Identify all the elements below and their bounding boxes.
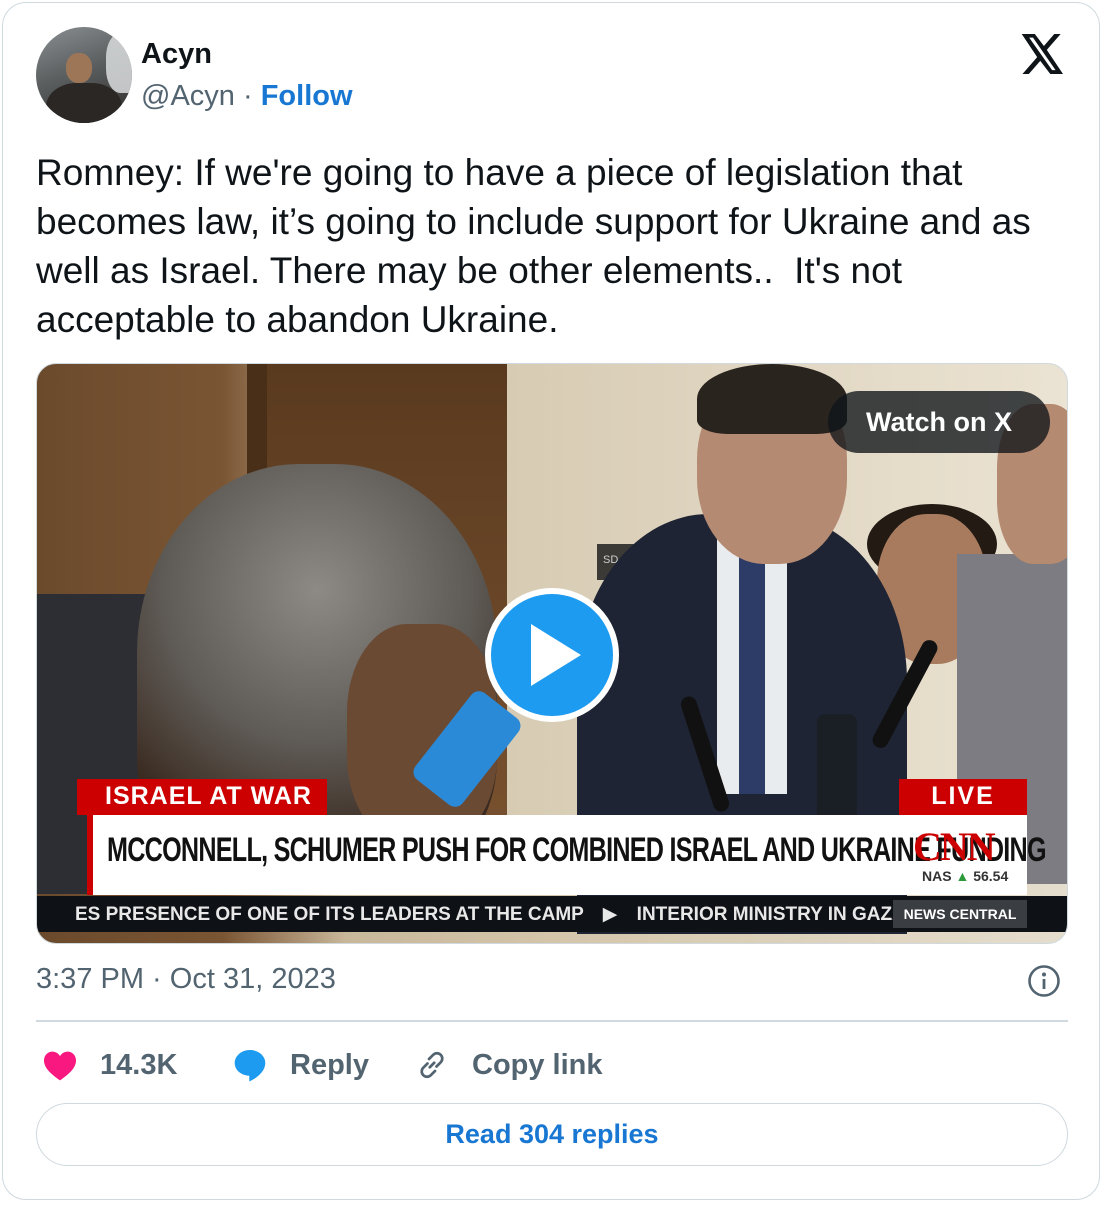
play-icon: [531, 624, 581, 686]
chyron-headline: MCCONNELL, SCHUMER PUSH FOR COMBINED ISR…: [107, 831, 1047, 869]
reply-bubble-icon: [230, 1047, 270, 1083]
copy-link-button[interactable]: Copy link: [412, 1045, 603, 1085]
video-media[interactable]: SD-566 Watch on X ISRAEL AT WAR LIVE MCC…: [36, 363, 1068, 944]
market-ticker: NAS ▲ 56.54: [922, 868, 1008, 884]
divider: [36, 1020, 1068, 1022]
ticker-symbol: NAS: [922, 868, 952, 884]
heart-icon: [40, 1047, 80, 1083]
play-button[interactable]: [485, 588, 619, 722]
ticker-value: 56.54: [973, 868, 1009, 884]
cnn-logo-text: CNN: [913, 824, 996, 869]
tweet-text: Romney: If we're going to have a piece o…: [36, 152, 1042, 340]
link-icon: [412, 1047, 452, 1083]
ticker-right-text: INTERIOR MINISTRY IN GAZA F: [636, 904, 923, 925]
reply-label: Reply: [290, 1048, 369, 1081]
author-handle-row: @Acyn · Follow: [141, 80, 353, 113]
tweet-timestamp[interactable]: 3:37 PM · Oct 31, 2023: [36, 963, 336, 996]
ticker-separator-icon: ▶: [602, 904, 618, 925]
avatar[interactable]: [36, 27, 132, 123]
chyron-headline-box: MCCONNELL, SCHUMER PUSH FOR COMBINED ISR…: [87, 815, 1047, 895]
author-name[interactable]: Acyn: [141, 38, 212, 71]
separator: ·: [242, 80, 253, 112]
up-arrow-icon: ▲: [955, 868, 970, 884]
cnn-logo: CNN: [913, 823, 1021, 869]
x-logo-icon[interactable]: [1020, 34, 1066, 74]
chyron-tag: ISRAEL AT WAR: [77, 779, 327, 815]
follow-button[interactable]: Follow: [261, 80, 353, 112]
read-replies-button[interactable]: Read 304 replies: [36, 1103, 1068, 1166]
like-count: 14.3K: [100, 1048, 178, 1081]
show-name-badge: NEWS CENTRAL: [893, 900, 1027, 928]
copy-link-label: Copy link: [472, 1048, 603, 1081]
live-badge: LIVE: [899, 779, 1027, 815]
ticker-left-text: ES PRESENCE OF ONE OF ITS LEADERS AT THE…: [75, 904, 584, 925]
info-icon[interactable]: [1027, 964, 1061, 998]
watch-on-x-button[interactable]: Watch on X: [828, 391, 1050, 453]
reply-button[interactable]: Reply: [230, 1045, 369, 1085]
author-handle[interactable]: @Acyn: [141, 80, 235, 112]
like-button[interactable]: 14.3K: [40, 1045, 177, 1085]
